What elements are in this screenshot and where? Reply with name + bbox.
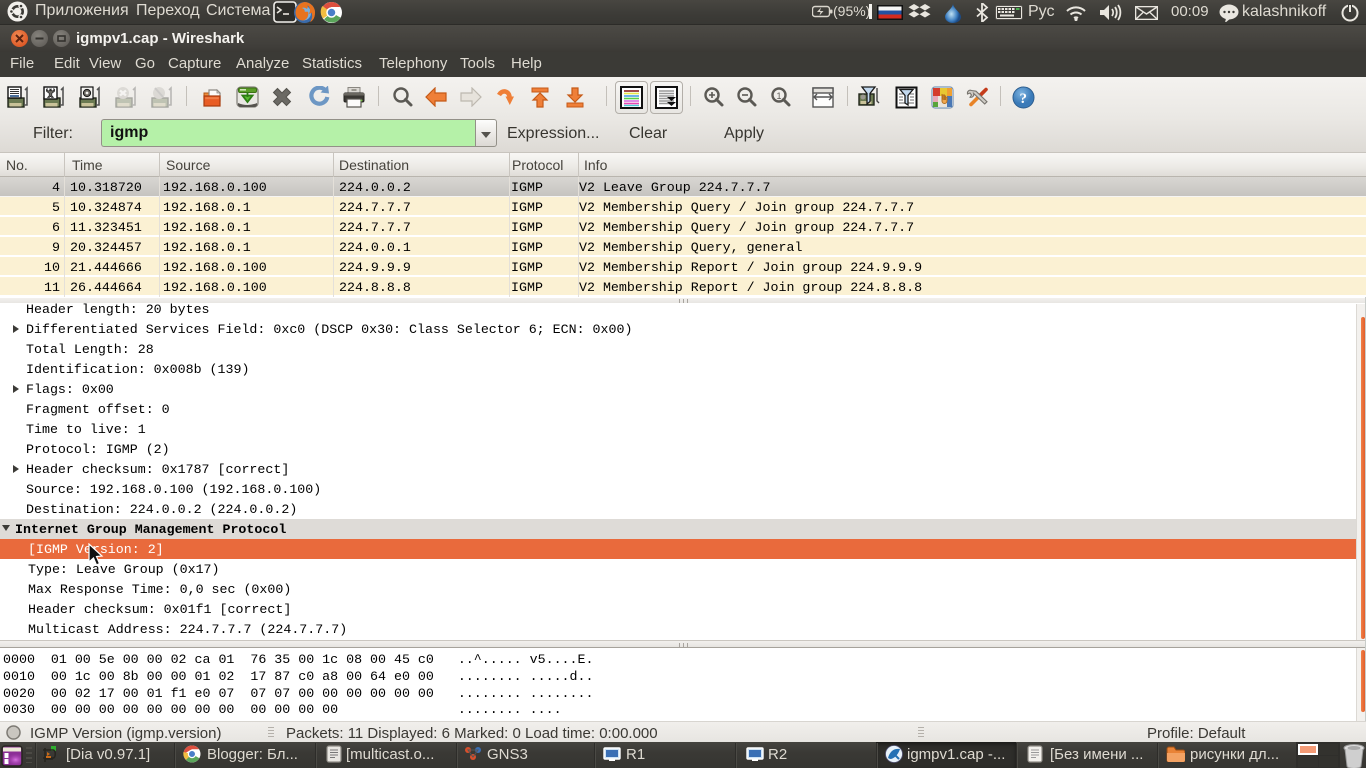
svg-text:?: ? xyxy=(1020,91,1028,107)
svg-text:1: 1 xyxy=(777,91,782,101)
